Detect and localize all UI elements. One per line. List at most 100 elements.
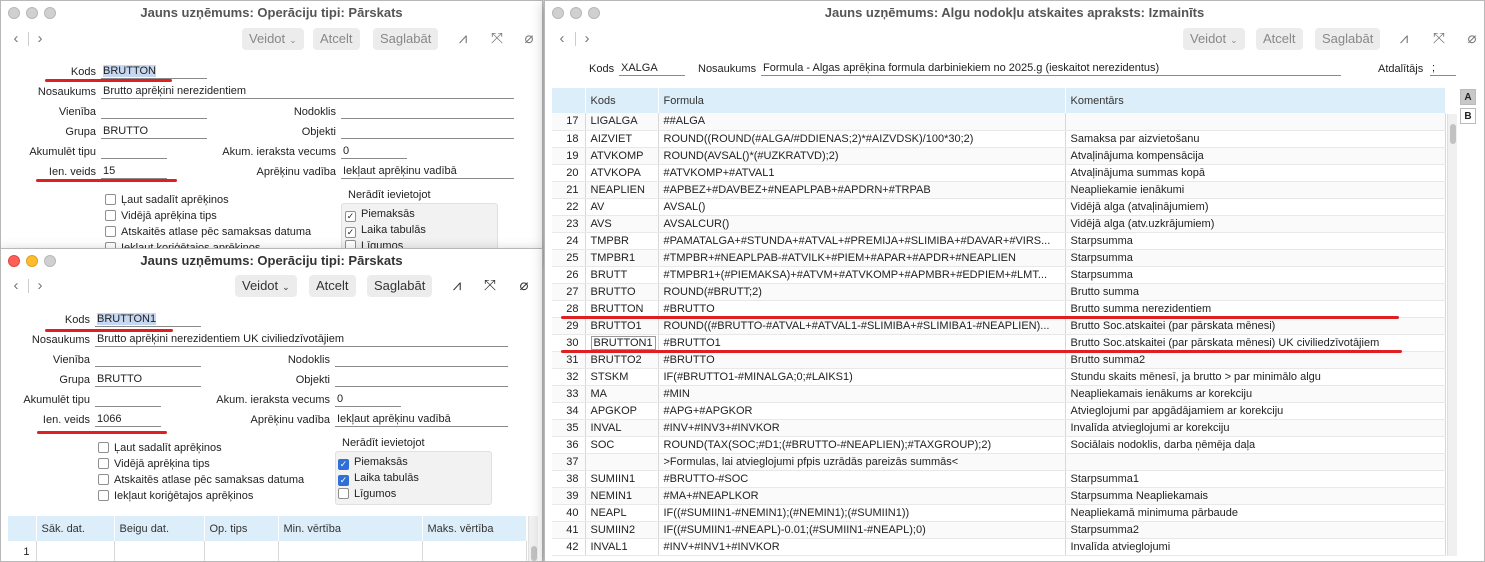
show-pay-checkbox[interactable]: ✓ Piemaksās — [345, 208, 415, 222]
row-comment[interactable]: Starpsumma2 — [1065, 521, 1446, 539]
report-checkbox[interactable]: Atskaitēs atlase pēc samaksas datuma — [105, 226, 311, 239]
table-row[interactable]: 17 LIGALGA ##ALGA — [552, 113, 1446, 131]
table-row[interactable]: 18 AIZVIET ROUND((ROUND(#ALGA/#DDIENAS;2)*… — [552, 130, 1446, 148]
table-row[interactable]: 31 BRUTTO2 #BRUTTO Brutto summa2 — [552, 351, 1446, 369]
row-comment[interactable]: Stundu skaits mēnesī, ja brutto > par mi… — [1065, 368, 1446, 386]
table-row[interactable]: 29 BRUTTO1 ROUND((#BRUTTO-#ATVAL+#ATVAL1-#… — [552, 317, 1446, 335]
create-button[interactable]: Veidot ⌄ — [242, 28, 304, 50]
row-formula[interactable]: IF((#SUMIIN1-#NEAPL)-0.01;(#SUMIIN1-#NEA… — [658, 521, 1066, 539]
accumulate-field[interactable] — [95, 393, 161, 407]
row-formula[interactable]: IF(#BRUTTO1-#MINALGA;0;#LAIKS1) — [658, 368, 1066, 386]
table-row[interactable]: 34 APGKOP #APG+#APGKOR Atvieglojumi par apg… — [552, 402, 1446, 420]
row-code[interactable]: INVAL — [585, 419, 659, 437]
row-comment[interactable]: Invalīda atvieglojumi — [1065, 538, 1446, 556]
table-row[interactable]: 25 TMPBR1 #TMPBR+#NEAPLPAB-#ATVILK+#PIEM+#… — [552, 249, 1446, 267]
split-checkbox[interactable]: Ļaut sadalīt aprēķinos — [105, 194, 229, 207]
row-code[interactable]: SUMIIN2 — [585, 521, 659, 539]
row-comment[interactable]: Samaksa par aizvietošanu — [1065, 130, 1446, 148]
create-button[interactable]: Veidot ⌄ — [1183, 28, 1245, 50]
income-type-field[interactable]: 1066 — [95, 413, 161, 427]
row-formula[interactable]: #BRUTTO — [658, 351, 1066, 369]
row-comment[interactable]: Starpsumma1 — [1065, 470, 1446, 488]
back-arrow-icon[interactable]: ‹ — [555, 30, 569, 47]
row-code[interactable]: BRUTTO — [585, 283, 659, 301]
row-formula[interactable]: #MIN — [658, 385, 1066, 403]
table-header-code[interactable]: Kods — [585, 88, 659, 113]
table-cell[interactable] — [204, 541, 279, 561]
income-type-field[interactable]: 15 — [101, 165, 167, 179]
table-cell[interactable] — [278, 541, 423, 561]
row-code[interactable]: BRUTTO1 — [585, 317, 659, 335]
table-row[interactable]: 21 NEAPLIEN #APBEZ+#DAVBEZ+#NEAPLPAB+#APDR… — [552, 181, 1446, 199]
separator-field[interactable]: ; — [1430, 62, 1456, 76]
table-row[interactable]: 36 SOC ROUND(TAX(SOC;#D1;(#BRUTTO-#NEAPLIE… — [552, 436, 1446, 454]
forward-arrow-icon[interactable]: › — [33, 30, 47, 47]
code-field[interactable]: XALGA — [619, 62, 685, 76]
formula-icon[interactable]: ⩘ — [446, 275, 468, 297]
row-comment[interactable]: Sociālais nodoklis, darba ņēmēja daļa — [1065, 436, 1446, 454]
table-cell[interactable] — [422, 541, 527, 561]
name-field[interactable]: Brutto aprēķini nerezidentiem UK civilie… — [95, 333, 508, 347]
row-code[interactable]: STSKM — [585, 368, 659, 386]
row-formula[interactable]: ROUND(#BRUTT;2) — [658, 283, 1066, 301]
row-code[interactable]: NEMIN1 — [585, 487, 659, 505]
save-button[interactable]: Saglabāt — [373, 28, 439, 50]
accum-age-field[interactable]: 0 — [335, 393, 401, 407]
row-formula[interactable]: #BRUTTO-#SOC — [658, 470, 1066, 488]
name-field[interactable]: Brutto aprēķini nerezidentiem — [101, 85, 514, 99]
row-code[interactable]: BRUTT — [585, 266, 659, 284]
row-code[interactable]: INVAL1 — [585, 538, 659, 556]
table-header-formula[interactable]: Formula — [658, 88, 1066, 113]
show-time-checkbox[interactable]: ✓ Laika tabulās — [345, 224, 426, 238]
cancel-button[interactable]: Atcelt — [1256, 28, 1303, 50]
row-code[interactable]: ATVKOPA — [585, 164, 659, 182]
table-row[interactable]: 32 STSKM IF(#BRUTTO1-#MINALGA;0;#LAIKS1) St… — [552, 368, 1446, 386]
show-pay-checkbox[interactable]: ✓ Piemaksās — [338, 456, 408, 470]
table-header-comment[interactable]: Komentārs — [1065, 88, 1446, 113]
row-code[interactable]: LIGALGA — [585, 113, 659, 131]
table-row[interactable]: 1 — [8, 541, 527, 561]
table-row[interactable]: 37 >Formulas, lai atvieglojumi pfpis uzrā… — [552, 453, 1446, 471]
row-comment[interactable]: Brutto Soc.atskaitei (par pārskata mēnes… — [1065, 317, 1446, 335]
row-comment[interactable] — [1065, 453, 1446, 471]
group-field[interactable]: BRUTTO — [95, 373, 201, 387]
table-row[interactable]: 33 MA #MIN Neapliekamais ienākums ar korekc… — [552, 385, 1446, 403]
row-code[interactable]: BRUTTO2 — [585, 351, 659, 369]
row-formula[interactable]: #ATVKOMP+#ATVAL1 — [658, 164, 1066, 182]
scrollbar[interactable] — [1447, 114, 1457, 556]
side-tab-a[interactable]: A — [1460, 89, 1476, 105]
table-row[interactable]: 35 INVAL #INV+#INV3+#INVKOR Invalīda atvieg… — [552, 419, 1446, 437]
report-checkbox[interactable]: Atskaitēs atlase pēc samaksas datuma — [98, 474, 304, 487]
row-code[interactable]: SOC — [585, 436, 659, 454]
table-header-start-date[interactable]: Sāk. dat. — [36, 516, 115, 541]
expand-icon[interactable]: ⤧ — [486, 28, 508, 50]
objects-field[interactable] — [341, 125, 514, 139]
row-code[interactable]: AIZVIET — [585, 130, 659, 148]
row-formula[interactable]: IF((#SUMIIN1-#NEMIN1);(#NEMIN1);(#SUMIIN… — [658, 504, 1066, 522]
table-row[interactable]: 23 AVS AVSALCUR() Vidējā alga (atv.uzkrājum… — [552, 215, 1446, 233]
table-header-end-date[interactable]: Beigu dat. — [114, 516, 205, 541]
row-comment[interactable]: Neapliekamais ienākums ar korekciju — [1065, 385, 1446, 403]
avg-checkbox[interactable]: Vidējā aprēķina tips — [105, 210, 217, 223]
row-comment[interactable]: Neapliekamie ienākumi — [1065, 181, 1446, 199]
row-formula[interactable]: AVSALCUR() — [658, 215, 1066, 233]
group-field[interactable]: BRUTTO — [101, 125, 207, 139]
row-comment[interactable]: Starpsumma — [1065, 266, 1446, 284]
row-code[interactable]: SUMIIN1 — [585, 470, 659, 488]
row-comment[interactable]: Brutto summa2 — [1065, 351, 1446, 369]
table-row[interactable]: 27 BRUTTO ROUND(#BRUTT;2) Brutto summa — [552, 283, 1446, 301]
expand-icon[interactable]: ⤧ — [1428, 28, 1450, 50]
row-formula[interactable]: ROUND((ROUND(#ALGA/#DDIENAS;2)*#AIZVDSK)… — [658, 130, 1066, 148]
back-arrow-icon[interactable]: ‹ — [9, 30, 23, 47]
scrollbar-thumb[interactable] — [531, 546, 537, 561]
row-formula[interactable]: #INV+#INV1+#INVKOR — [658, 538, 1066, 556]
calc-mode-field[interactable]: Iekļaut aprēķinu vadībā — [335, 413, 508, 427]
side-tab-b[interactable]: B — [1460, 108, 1476, 124]
avg-checkbox[interactable]: Vidējā aprēķina tips — [98, 458, 210, 471]
row-code[interactable]: AVS — [585, 215, 659, 233]
split-checkbox[interactable]: Ļaut sadalīt aprēķinos — [98, 442, 222, 455]
unit-field[interactable] — [101, 105, 207, 119]
table-row[interactable]: 30BRUTTON1➚#BRUTTO1Brutto Soc.atskaitei … — [552, 334, 1446, 352]
table-row[interactable]: 41 SUMIIN2 IF((#SUMIIN1-#NEAPL)-0.01;(#SUM… — [552, 521, 1446, 539]
row-formula[interactable]: #TMPBR1+(#PIEMAKSA)+#ATVM+#ATVKOMP+#APMB… — [658, 266, 1066, 284]
